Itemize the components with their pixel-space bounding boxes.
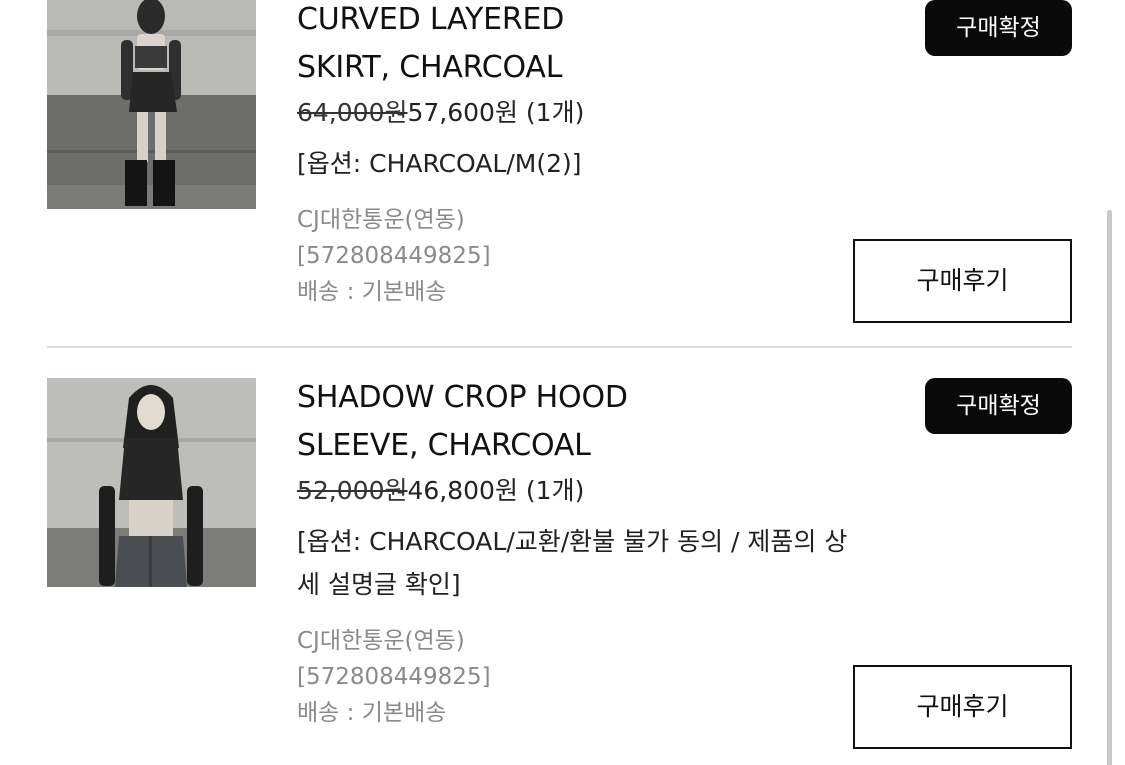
quantity: (1개) — [525, 476, 585, 505]
scrollbar-thumb[interactable] — [1107, 210, 1112, 765]
option-text: [옵션: CHARCOAL/M(2)] — [297, 149, 582, 178]
shipping-info: CJ대한통운(연동) [572808449825] 배송 : 기본배송 — [297, 623, 857, 731]
sale-price: 57,600원 — [407, 98, 518, 127]
shipping-method: 배송 : 기본배송 — [297, 279, 447, 305]
product-info: SHADOW CROP HOOD SLEEVE, CHARCOAL 52,000… — [297, 374, 857, 731]
quantity: (1개) — [525, 98, 585, 127]
price-line: 52,000원46,800원 (1개) — [297, 471, 857, 511]
sale-price: 46,800원 — [407, 476, 518, 505]
scrollbar[interactable] — [1103, 210, 1115, 765]
product-info: CURVED LAYERED SKIRT, CHARCOAL 64,000원57… — [297, 0, 857, 310]
product-title[interactable]: SHADOW CROP HOOD SLEEVE, CHARCOAL — [297, 374, 857, 470]
tracking-number[interactable]: [572808449825] — [297, 238, 857, 274]
write-review-button[interactable]: 구매후기 — [853, 665, 1072, 749]
original-price: 64,000원 — [297, 98, 408, 127]
confirm-purchase-button[interactable]: 구매확정 — [925, 0, 1072, 56]
confirm-purchase-button[interactable]: 구매확정 — [925, 378, 1072, 434]
item-divider — [47, 346, 1072, 348]
product-title[interactable]: CURVED LAYERED SKIRT, CHARCOAL — [297, 0, 857, 92]
carrier-name: CJ대한통운(연동) — [297, 628, 465, 654]
shipping-method: 배송 : 기본배송 — [297, 700, 447, 726]
order-item: CURVED LAYERED SKIRT, CHARCOAL 64,000원57… — [0, 0, 1125, 348]
product-image[interactable] — [47, 378, 256, 587]
original-price: 52,000원 — [297, 476, 408, 505]
carrier-name: CJ대한통운(연동) — [297, 207, 465, 233]
tracking-number[interactable]: [572808449825] — [297, 659, 857, 695]
option-text: [옵션: CHARCOAL/교환/환불 불가 동의 / 제품의 상세 설명글 확… — [297, 527, 848, 599]
product-image[interactable] — [47, 0, 256, 209]
order-item: SHADOW CROP HOOD SLEEVE, CHARCOAL 52,000… — [0, 374, 1125, 765]
price-line: 64,000원57,600원 (1개) — [297, 93, 857, 133]
shipping-info: CJ대한통운(연동) [572808449825] 배송 : 기본배송 — [297, 202, 857, 310]
write-review-button[interactable]: 구매후기 — [853, 239, 1072, 323]
order-list-page: CURVED LAYERED SKIRT, CHARCOAL 64,000원57… — [0, 0, 1125, 765]
